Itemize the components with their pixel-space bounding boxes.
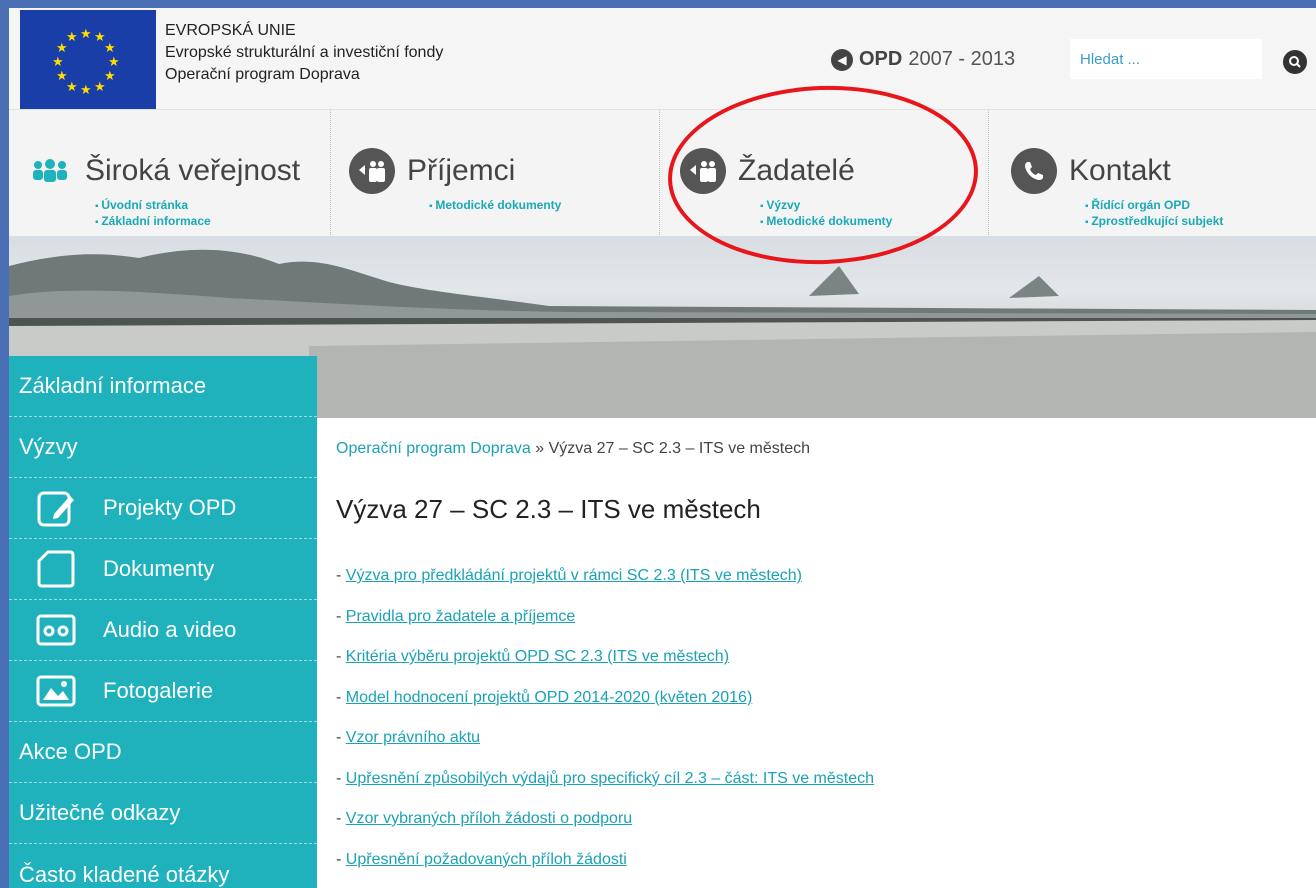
sidebar-item-label: Užitečné odkazy [19,800,181,825]
sidebar-item-documents[interactable]: Dokumenty [9,539,317,600]
document-link[interactable]: Upřesnění způsobilých výdajů pro specifi… [346,770,874,787]
nav-link-managing-authority[interactable]: Řídící orgán OPD [1085,198,1223,214]
document-link[interactable]: Model hodnocení projektů OPD 2014-2020 (… [346,689,752,706]
sidebar-item-label: Akce OPD [19,739,122,764]
sidebar-item-gallery[interactable]: Fotogalerie [9,661,317,722]
eu-line-2: Evropské strukturální a investiční fondy [165,44,444,61]
slide-frame-top [0,0,1316,8]
nav-link-home[interactable]: Úvodní stránka [95,198,211,214]
list-item: - Vzor právního aktu [336,729,481,746]
site-header: ★ ★ ★ ★ ★ ★ ★ ★ ★ ★ ★ ★ EVROPSKÁ UNIE Evropské … [9,8,1316,109]
list-item: - Vzor vybraných příloh žádosti o podpor… [336,810,633,827]
nav-section-recipients: Příjemci Metodické dokumenty [330,110,659,237]
list-item: - Model hodnocení projektů OPD 2014-2020… [336,688,753,706]
list-item: - Výzva pro předkládání projektů v rámci… [336,567,802,584]
breadcrumb-current: Výzva 27 – SC 2.3 – ITS ve městech [548,440,811,457]
nav-link-basic-info[interactable]: Základní informace [95,214,210,230]
svg-text:★: ★ [80,83,92,98]
opd-2007-2013-link[interactable]: ◀ OPD 2007 - 2013 [831,48,1015,71]
eu-line-1: EVROPSKÁ UNIE [165,22,296,39]
document-link[interactable]: Vzor právního aktu [346,729,480,746]
sidebar-item-label: Audio a video [103,617,237,642]
list-item: - Kritéria výběru projektů OPD SC 2.3 (I… [336,648,730,665]
svg-text:★: ★ [52,55,64,70]
nav-link-method-docs-recipients[interactable]: Metodické dokumenty [429,198,561,214]
search-input[interactable] [1070,39,1262,79]
breadcrumb-home-link[interactable]: Operační program Doprava [336,440,531,457]
page-title: Výzva 27 – SC 2.3 – ITS ve městech [336,494,761,524]
nav-title-public[interactable]: Široká veřejnost [85,154,300,188]
eu-line-3: Operační program Doprava [165,66,360,83]
sidebar-item-faq[interactable]: Často kladené otázky [9,844,317,888]
edit-document-icon [35,487,77,529]
list-item: - Upřesnění způsobilých výdajů pro speci… [336,769,875,787]
svg-text:★: ★ [108,55,120,70]
document-list: - Výzva pro předkládání projektů v rámci… [336,567,874,888]
document-link[interactable]: Kritéria výběru projektů OPD SC 2.3 (ITS… [346,648,729,665]
list-item: - Pravidla pro žadatele a příjemce [336,607,576,625]
sidebar-item-projects[interactable]: Projekty OPD [9,478,317,539]
svg-text:★: ★ [104,41,116,56]
sidebar-item-calls[interactable]: Výzvy [9,417,317,478]
slide-frame-left [0,0,9,888]
list-item: - Upřesnění požadovaných příloh žádosti [336,850,627,868]
svg-text:★: ★ [94,80,106,95]
sidebar-item-label: Dokumenty [103,556,215,581]
svg-text:★: ★ [80,27,92,42]
nav-section-public: Široká veřejnost Úvodní stránka Základní… [9,110,330,237]
eu-program-text: EVROPSKÁ UNIE Evropské strukturální a in… [165,20,443,86]
sidebar-item-events[interactable]: Akce OPD [9,722,317,783]
sidebar-item-audio-video[interactable]: Audio a video [9,600,317,661]
document-link[interactable]: Upřesnění požadovaných příloh žádosti [346,851,627,868]
sidebar-item-label: Výzvy [19,434,78,459]
breadcrumb: Operační program Doprava » Výzva 27 – SC… [336,440,810,458]
document-link[interactable]: Pravidla pro žadatele a příjemce [346,608,575,625]
main-nav: Široká veřejnost Úvodní stránka Základní… [9,109,1316,237]
sidebar-item-label: Základní informace [19,373,207,398]
opd-years: 2007 - 2013 [908,48,1016,70]
sidebar-item-basic-info[interactable]: Základní informace [9,356,317,417]
document-link[interactable]: Výzva pro předkládání projektů v rámci S… [346,567,802,584]
nav-title-recipients[interactable]: Příjemci [407,154,515,188]
search-icon[interactable] [1283,50,1307,74]
arrow-left-circle-icon: ◀ [831,48,853,71]
opd-prefix: OPD [859,48,903,70]
svg-text:★: ★ [66,80,78,95]
breadcrumb-separator: » [530,440,549,457]
svg-text:★: ★ [56,41,68,56]
document-icon [35,548,77,590]
people-arrow-icon [349,148,395,194]
nav-title-contact[interactable]: Kontakt [1069,154,1171,188]
svg-text:★: ★ [66,30,78,45]
cassette-icon [35,609,77,651]
phone-icon [1011,148,1057,194]
svg-text:★: ★ [104,69,116,84]
nav-link-intermediate-body[interactable]: Zprostředkující subjekt [1085,214,1223,230]
image-icon [35,670,77,712]
nav-section-contact: Kontakt Řídící orgán OPD Zprostředkující… [988,110,1316,237]
people-icon [27,148,73,194]
sidebar-item-label: Fotogalerie [103,678,214,703]
sidebar-item-label: Projekty OPD [103,495,237,520]
eu-flag-icon[interactable]: ★ ★ ★ ★ ★ ★ ★ ★ ★ ★ ★ ★ [20,10,156,109]
sidebar-item-label: Často kladené otázky [19,861,230,887]
sidebar-item-useful-links[interactable]: Užitečné odkazy [9,783,317,844]
sidebar: Základní informace Výzvy Projekty OPD Do… [9,356,317,888]
document-link[interactable]: Vzor vybraných příloh žádosti o podporu [346,810,632,827]
